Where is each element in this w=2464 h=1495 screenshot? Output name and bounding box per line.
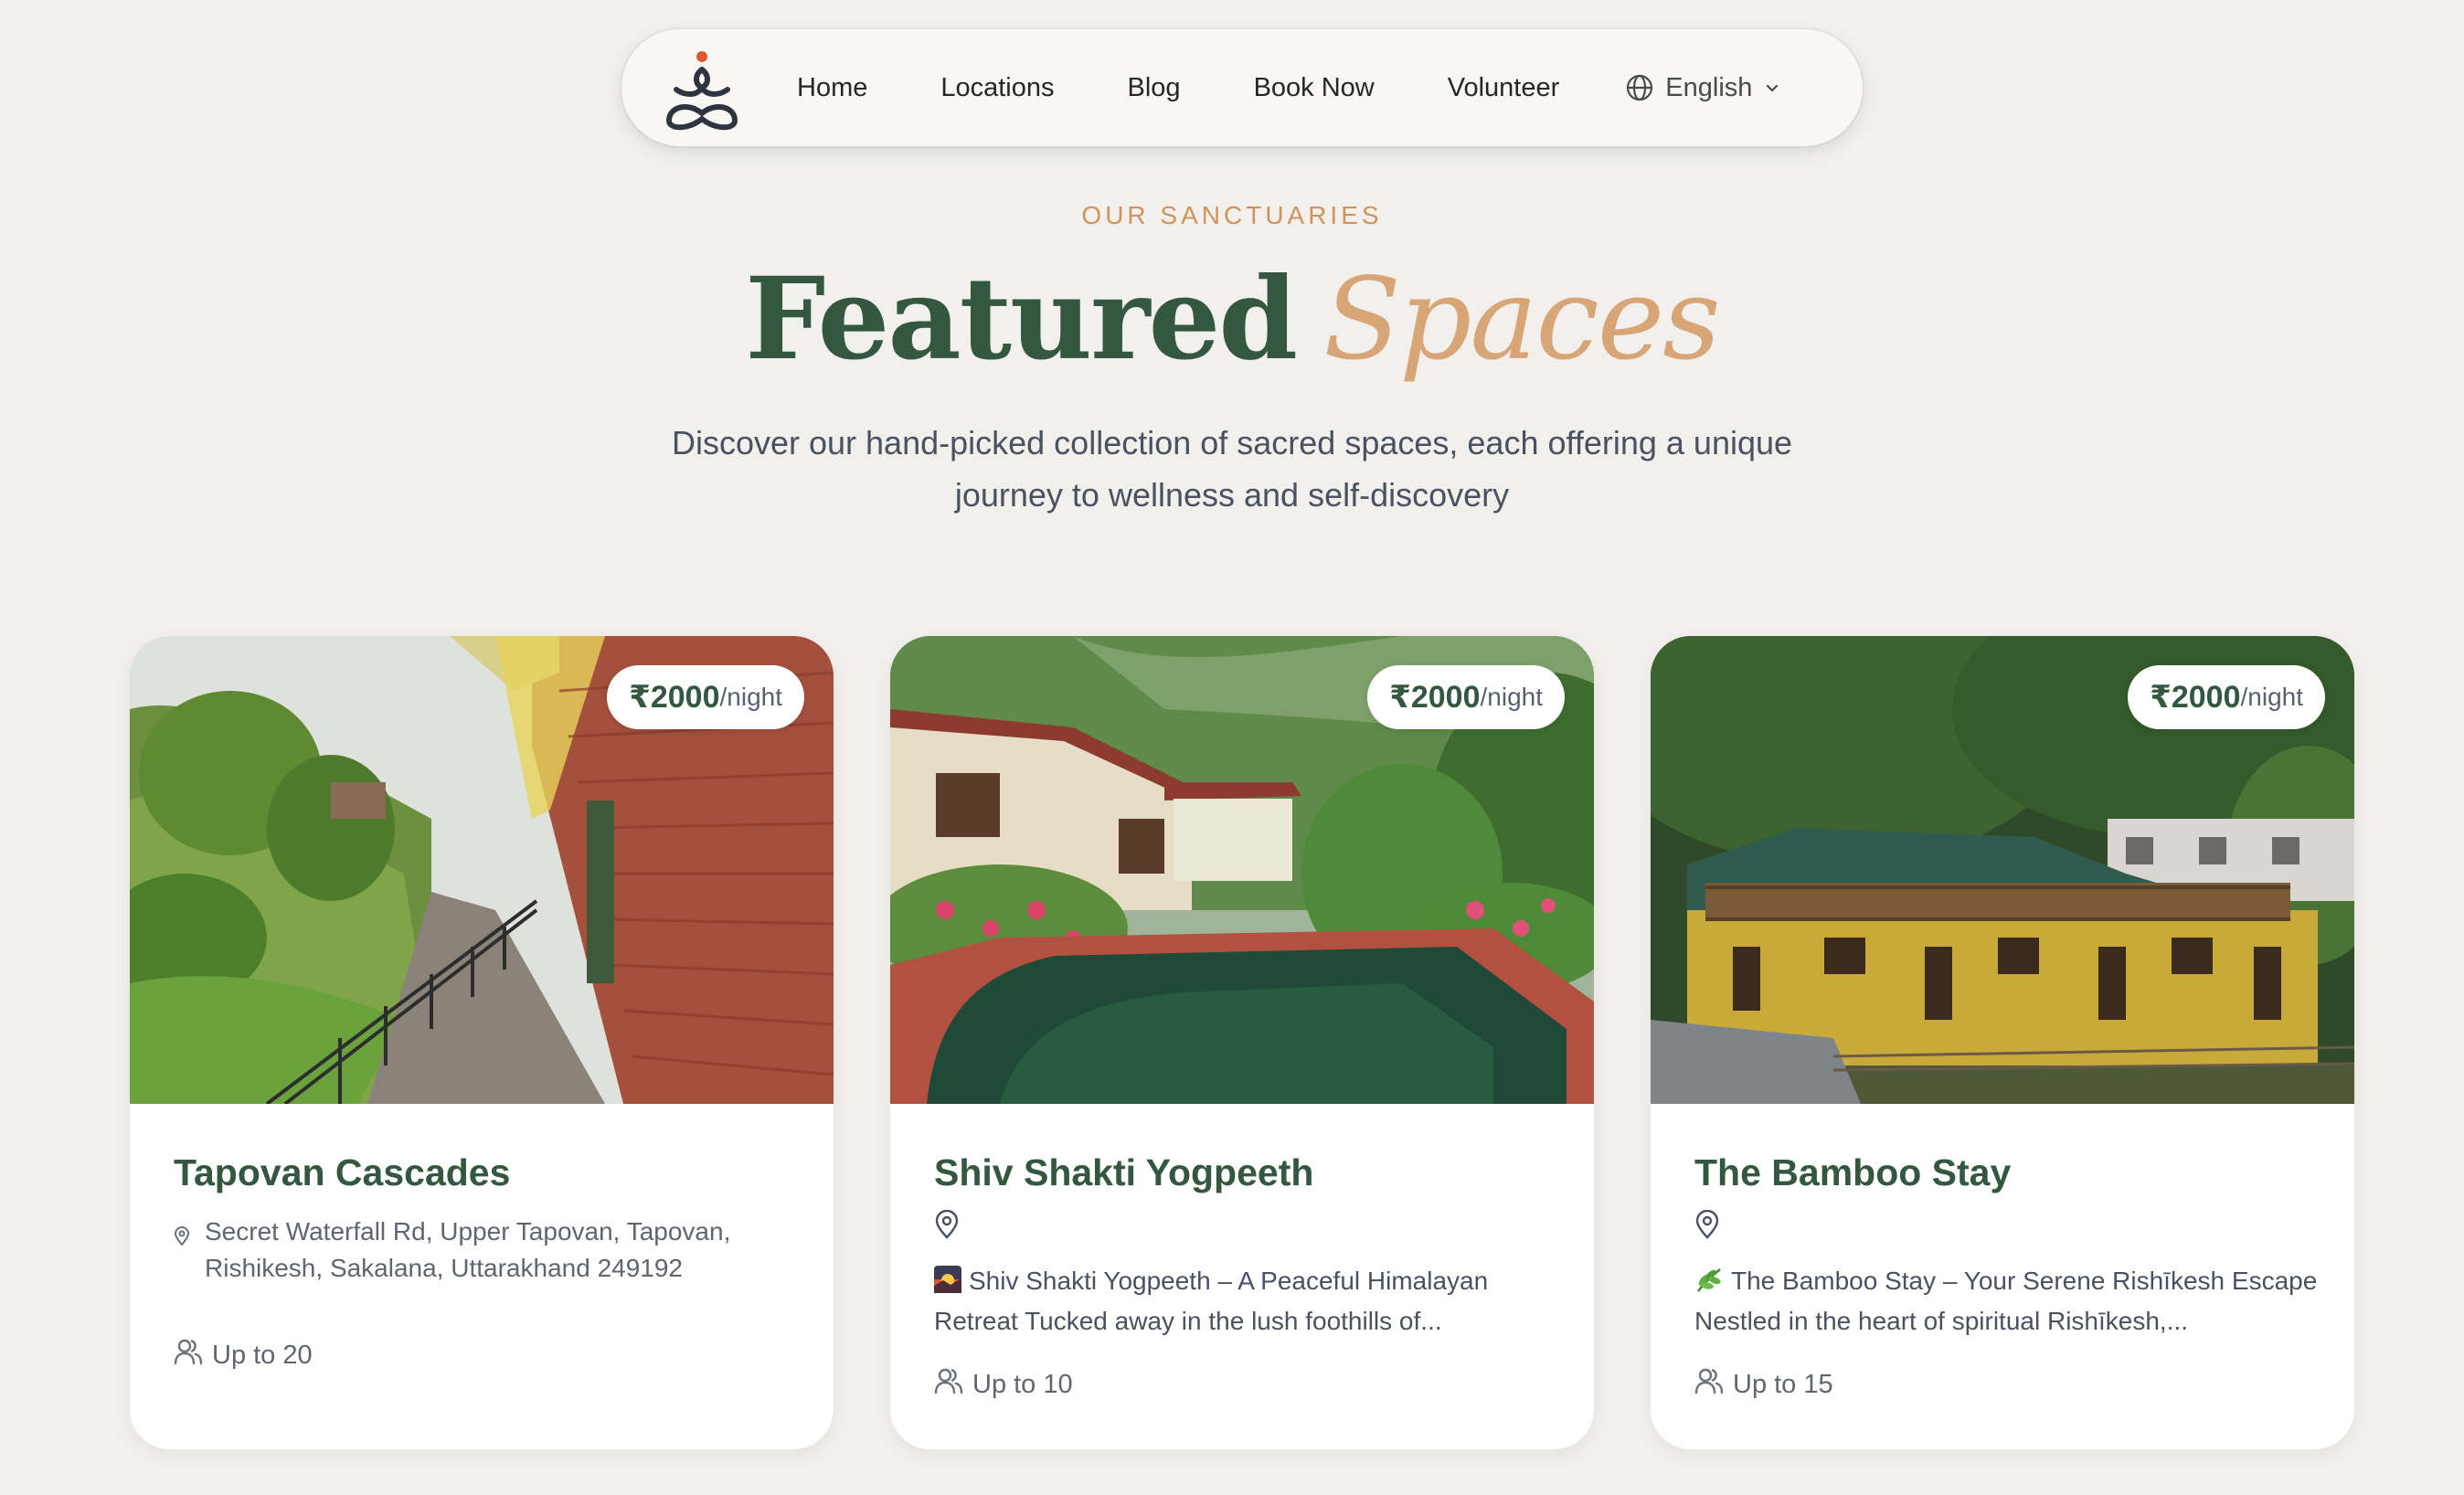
globe-icon bbox=[1625, 73, 1654, 102]
language-selector[interactable]: English bbox=[1625, 73, 1781, 103]
capacity-info: Up to 20 bbox=[174, 1338, 313, 1373]
nav-link-blog[interactable]: Blog bbox=[1128, 73, 1181, 103]
map-pin-icon bbox=[1694, 1209, 1720, 1244]
space-address: Secret Waterfall Rd, Upper Tapovan, Tapo… bbox=[174, 1214, 795, 1287]
space-description: The Bamboo Stay – Your Serene Rishīkesh … bbox=[1694, 1263, 2325, 1340]
price-unit: /night bbox=[719, 683, 783, 711]
space-title[interactable]: Shiv Shakti Yogpeeth bbox=[934, 1151, 1313, 1194]
nav-link-locations[interactable]: Locations bbox=[940, 73, 1054, 103]
map-pin-icon bbox=[934, 1209, 960, 1244]
price-amount: ₹2000 bbox=[2150, 680, 2241, 715]
section-eyebrow: OUR SANCTUARIES bbox=[1081, 201, 1383, 229]
capacity-text: Up to 10 bbox=[972, 1369, 1073, 1399]
capacity-text: Up to 20 bbox=[212, 1340, 313, 1370]
map-pin-icon bbox=[174, 1226, 190, 1287]
chevron-down-icon bbox=[1763, 79, 1781, 97]
price-amount: ₹2000 bbox=[629, 680, 720, 715]
top-navigation-bar: Home Locations Blog Book Now Volunteer E… bbox=[621, 29, 1863, 146]
title-main: Featured bbox=[745, 253, 1298, 386]
price-badge: ₹2000/night bbox=[1367, 665, 1565, 729]
space-description: Shiv Shakti Yogpeeth – A Peaceful Himala… bbox=[934, 1263, 1565, 1340]
nav-link-home[interactable]: Home bbox=[797, 73, 867, 103]
capacity-info: Up to 15 bbox=[1694, 1367, 1833, 1402]
users-icon bbox=[174, 1338, 203, 1373]
section-subtitle: Discover our hand-picked collection of s… bbox=[671, 424, 1793, 514]
space-title[interactable]: The Bamboo Stay bbox=[1694, 1151, 2011, 1194]
description-text: The Bamboo Stay – Your Serene Rishīkesh … bbox=[1694, 1267, 2318, 1335]
price-unit: /night bbox=[2240, 683, 2304, 711]
section-title: Featured Spaces bbox=[0, 251, 2464, 388]
space-card-tapovan-cascades[interactable]: ₹2000/night Tapovan Cascades Secret Wate… bbox=[130, 636, 834, 1449]
address-text: Secret Waterfall Rd, Upper Tapovan, Tapo… bbox=[205, 1217, 731, 1282]
space-card-the-bamboo-stay[interactable]: ₹2000/night The Bamboo Stay The Bamboo S… bbox=[1651, 636, 2354, 1449]
title-accent: Spaces bbox=[1323, 254, 1721, 386]
capacity-text: Up to 15 bbox=[1733, 1369, 1833, 1399]
users-icon bbox=[934, 1367, 963, 1402]
space-card-shiv-shakti-yogpeeth[interactable]: ₹2000/night Shiv Shakti Yogpeeth Shiv Sh… bbox=[890, 636, 1594, 1449]
language-label: English bbox=[1665, 72, 1753, 102]
nav-link-volunteer[interactable]: Volunteer bbox=[1448, 73, 1560, 103]
capacity-info: Up to 10 bbox=[934, 1367, 1073, 1402]
price-badge: ₹2000/night bbox=[607, 665, 804, 729]
herb-emoji-icon bbox=[1694, 1266, 1724, 1303]
space-title[interactable]: Tapovan Cascades bbox=[174, 1151, 510, 1194]
description-text: Shiv Shakti Yogpeeth – A Peaceful Himala… bbox=[934, 1267, 1489, 1335]
meditation-logo-icon[interactable] bbox=[662, 46, 742, 133]
price-unit: /night bbox=[1480, 683, 1544, 711]
price-badge: ₹2000/night bbox=[2128, 665, 2325, 729]
nav-link-book-now[interactable]: Book Now bbox=[1254, 73, 1375, 103]
sunrise-emoji-icon bbox=[934, 1266, 961, 1303]
nav-links: Home Locations Blog Book Now Volunteer E… bbox=[797, 29, 1781, 146]
price-amount: ₹2000 bbox=[1389, 680, 1481, 715]
users-icon bbox=[1694, 1367, 1724, 1402]
